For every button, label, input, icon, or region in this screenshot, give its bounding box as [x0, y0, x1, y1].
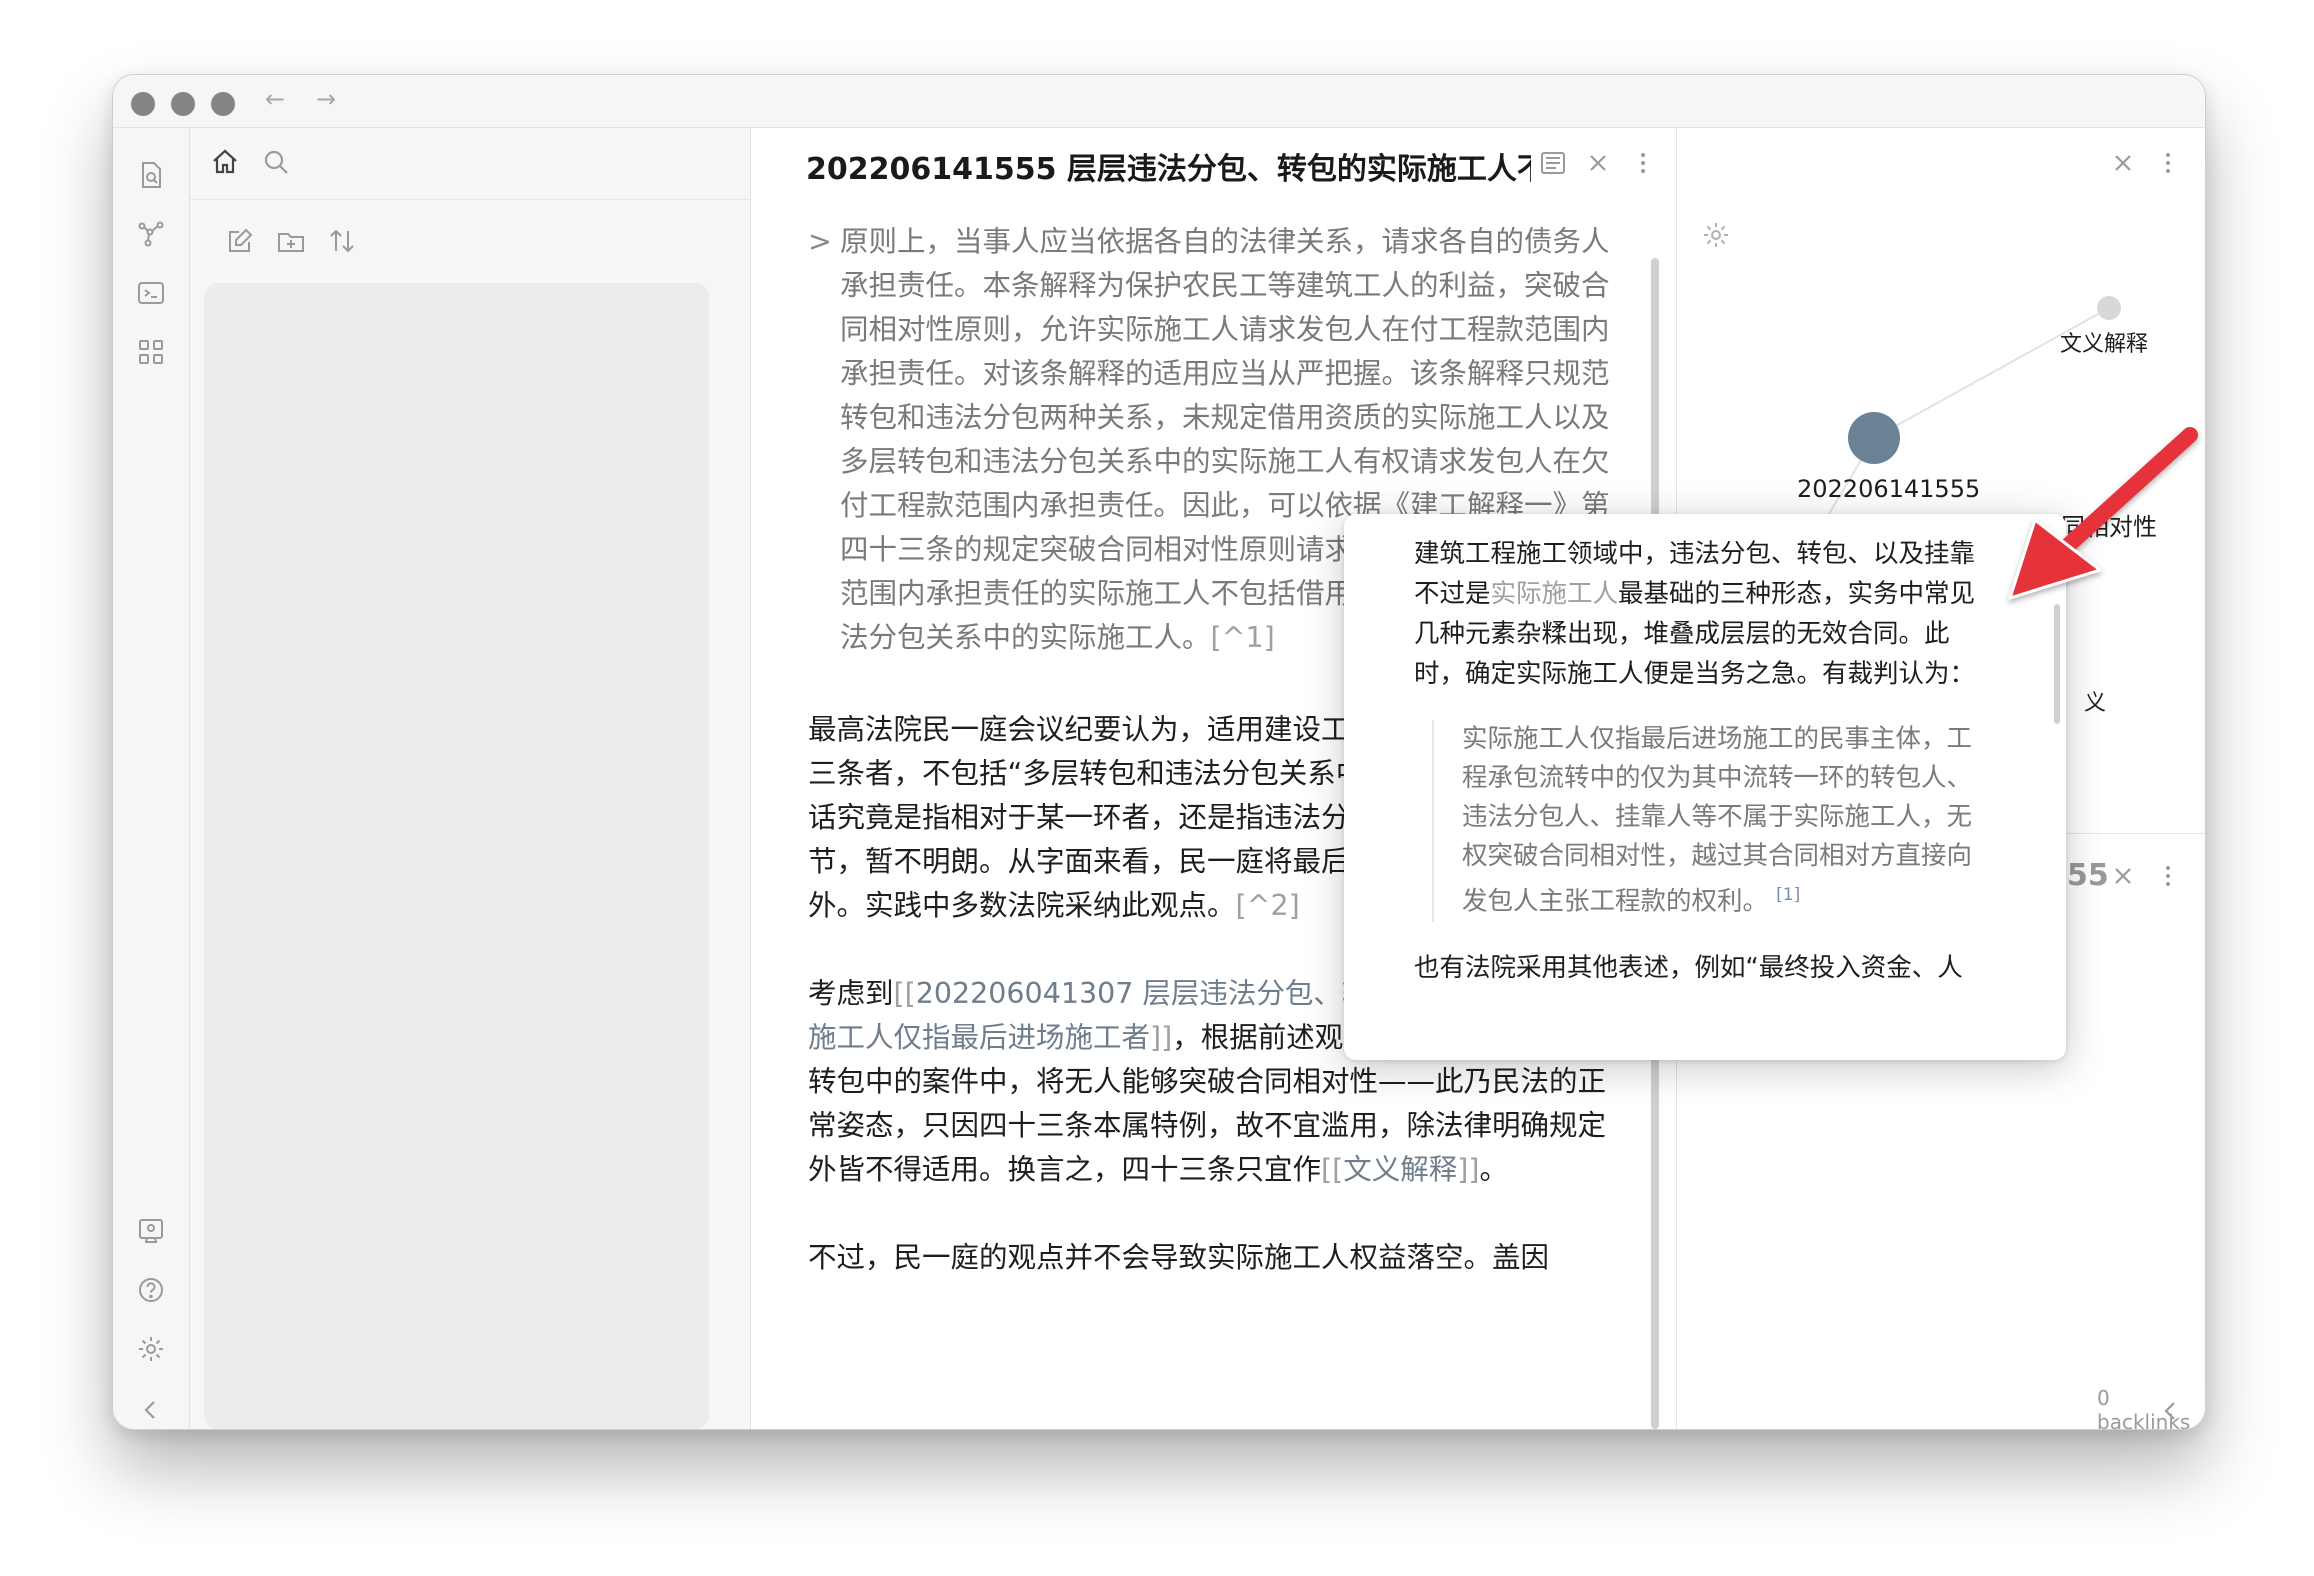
graph-icon[interactable] [135, 218, 167, 250]
left-ribbon [113, 128, 190, 1429]
terminal-icon[interactable] [135, 277, 167, 309]
reading-view-icon[interactable] [1536, 146, 1570, 180]
link-bracket: ]] [1457, 1153, 1480, 1186]
more-options-icon[interactable] [1626, 146, 1660, 180]
popover-blockquote: 实际施工人仅指最后进场施工的民事主体，工程承包流转中的仅为其中流转一环的转包人、… [1432, 720, 1984, 922]
sort-icon[interactable] [325, 224, 359, 258]
graph-node-label-secondary: 文义解释 [2060, 332, 2149, 357]
paragraph-text: 。 [1479, 1153, 1509, 1186]
settings-icon[interactable] [135, 1333, 167, 1365]
popover-text: 也有法院采用其他表述，例如“最终投入资金、人 [1414, 952, 1963, 983]
note-title[interactable]: 202206141555 层层违法分包、转包的实际施工人不得突破合同相对性 [806, 144, 1531, 188]
paragraph-text: 考虑到 [808, 977, 894, 1010]
panel-tab-divider [190, 199, 750, 200]
new-folder-icon[interactable] [274, 224, 308, 258]
paragraph: 不过，民一庭的观点并不会导致实际施工人权益落空。盖因 [808, 1236, 1623, 1280]
forward-arrow-icon[interactable]: → [316, 85, 336, 113]
close-tab-icon[interactable] [1581, 146, 1615, 180]
help-icon[interactable] [135, 1274, 167, 1306]
internal-link-wenyi[interactable]: 文义解释 [1343, 1153, 1457, 1186]
popover-paragraph: 也有法院采用其他表述，例如“最终投入资金、人 [1414, 948, 1984, 988]
backlinks-count: 0 backlinks [2097, 1386, 2191, 1430]
new-note-icon[interactable] [223, 224, 257, 258]
search-doc-icon[interactable] [135, 159, 167, 191]
popover-highlight-link[interactable]: 实际施工人 [1491, 579, 1619, 609]
editor-header: 202206141555 层层违法分包、转包的实际施工人不得突破合同相对性 [751, 128, 1676, 200]
file-list[interactable] [204, 283, 709, 1429]
file-explorer-panel [190, 128, 810, 1429]
zoom-window-button[interactable] [211, 92, 235, 116]
popover-scrollbar[interactable] [2054, 604, 2060, 724]
link-hover-popover[interactable]: 建筑工程施工领域中，违法分包、转包、以及挂靠不过是实际施工人最基础的三种形态，实… [1344, 514, 2066, 1060]
home-icon[interactable] [208, 145, 242, 179]
backlinks-more-options-icon[interactable] [2151, 859, 2185, 893]
graph-node-secondary[interactable] [2097, 296, 2121, 320]
popover-paragraph: 建筑工程施工领域中，违法分包、转包、以及挂靠不过是实际施工人最基础的三种形态，实… [1414, 534, 1984, 694]
blockquote-marker: > [808, 225, 832, 258]
chevron-left-icon[interactable] [135, 1394, 167, 1426]
back-arrow-icon[interactable]: ← [265, 85, 285, 113]
link-bracket: [[ [893, 977, 916, 1010]
paragraph-text: 不过，民一庭的观点并不会导致实际施工人权益落空。盖因 [808, 1241, 1550, 1274]
footnote-ref-2[interactable]: [^2] [1236, 889, 1300, 922]
minimize-window-button[interactable] [171, 92, 195, 116]
link-bracket: ]] [1150, 1021, 1173, 1054]
popover-quote-text: 实际施工人仅指最后进场施工的民事主体，工程承包流转中的仅为其中流转一环的转包人、… [1462, 724, 1973, 917]
apps-icon[interactable] [135, 336, 167, 368]
link-bracket: [[ [1321, 1153, 1344, 1186]
popover-footnote-ref[interactable]: [1] [1776, 885, 1800, 905]
close-window-button[interactable] [131, 92, 155, 116]
vault-icon[interactable] [135, 1215, 167, 1247]
annotation-arrow-icon [2008, 427, 2198, 600]
popover-content: 建筑工程施工领域中，违法分包、转包、以及挂靠不过是实际施工人最基础的三种形态，实… [1414, 534, 1984, 988]
search-icon[interactable] [259, 145, 293, 179]
graph-node-main[interactable] [1848, 412, 1900, 464]
graph-node-id: 202206141555 [1797, 475, 1981, 503]
footnote-ref-1[interactable]: [^1] [1211, 621, 1275, 654]
close-backlinks-icon[interactable] [2106, 859, 2140, 893]
backlinks-tab-title[interactable]: 55 [2067, 858, 2109, 893]
title-bar: ← → [113, 75, 2205, 128]
graph-partial-label: 义 [2084, 691, 2107, 716]
